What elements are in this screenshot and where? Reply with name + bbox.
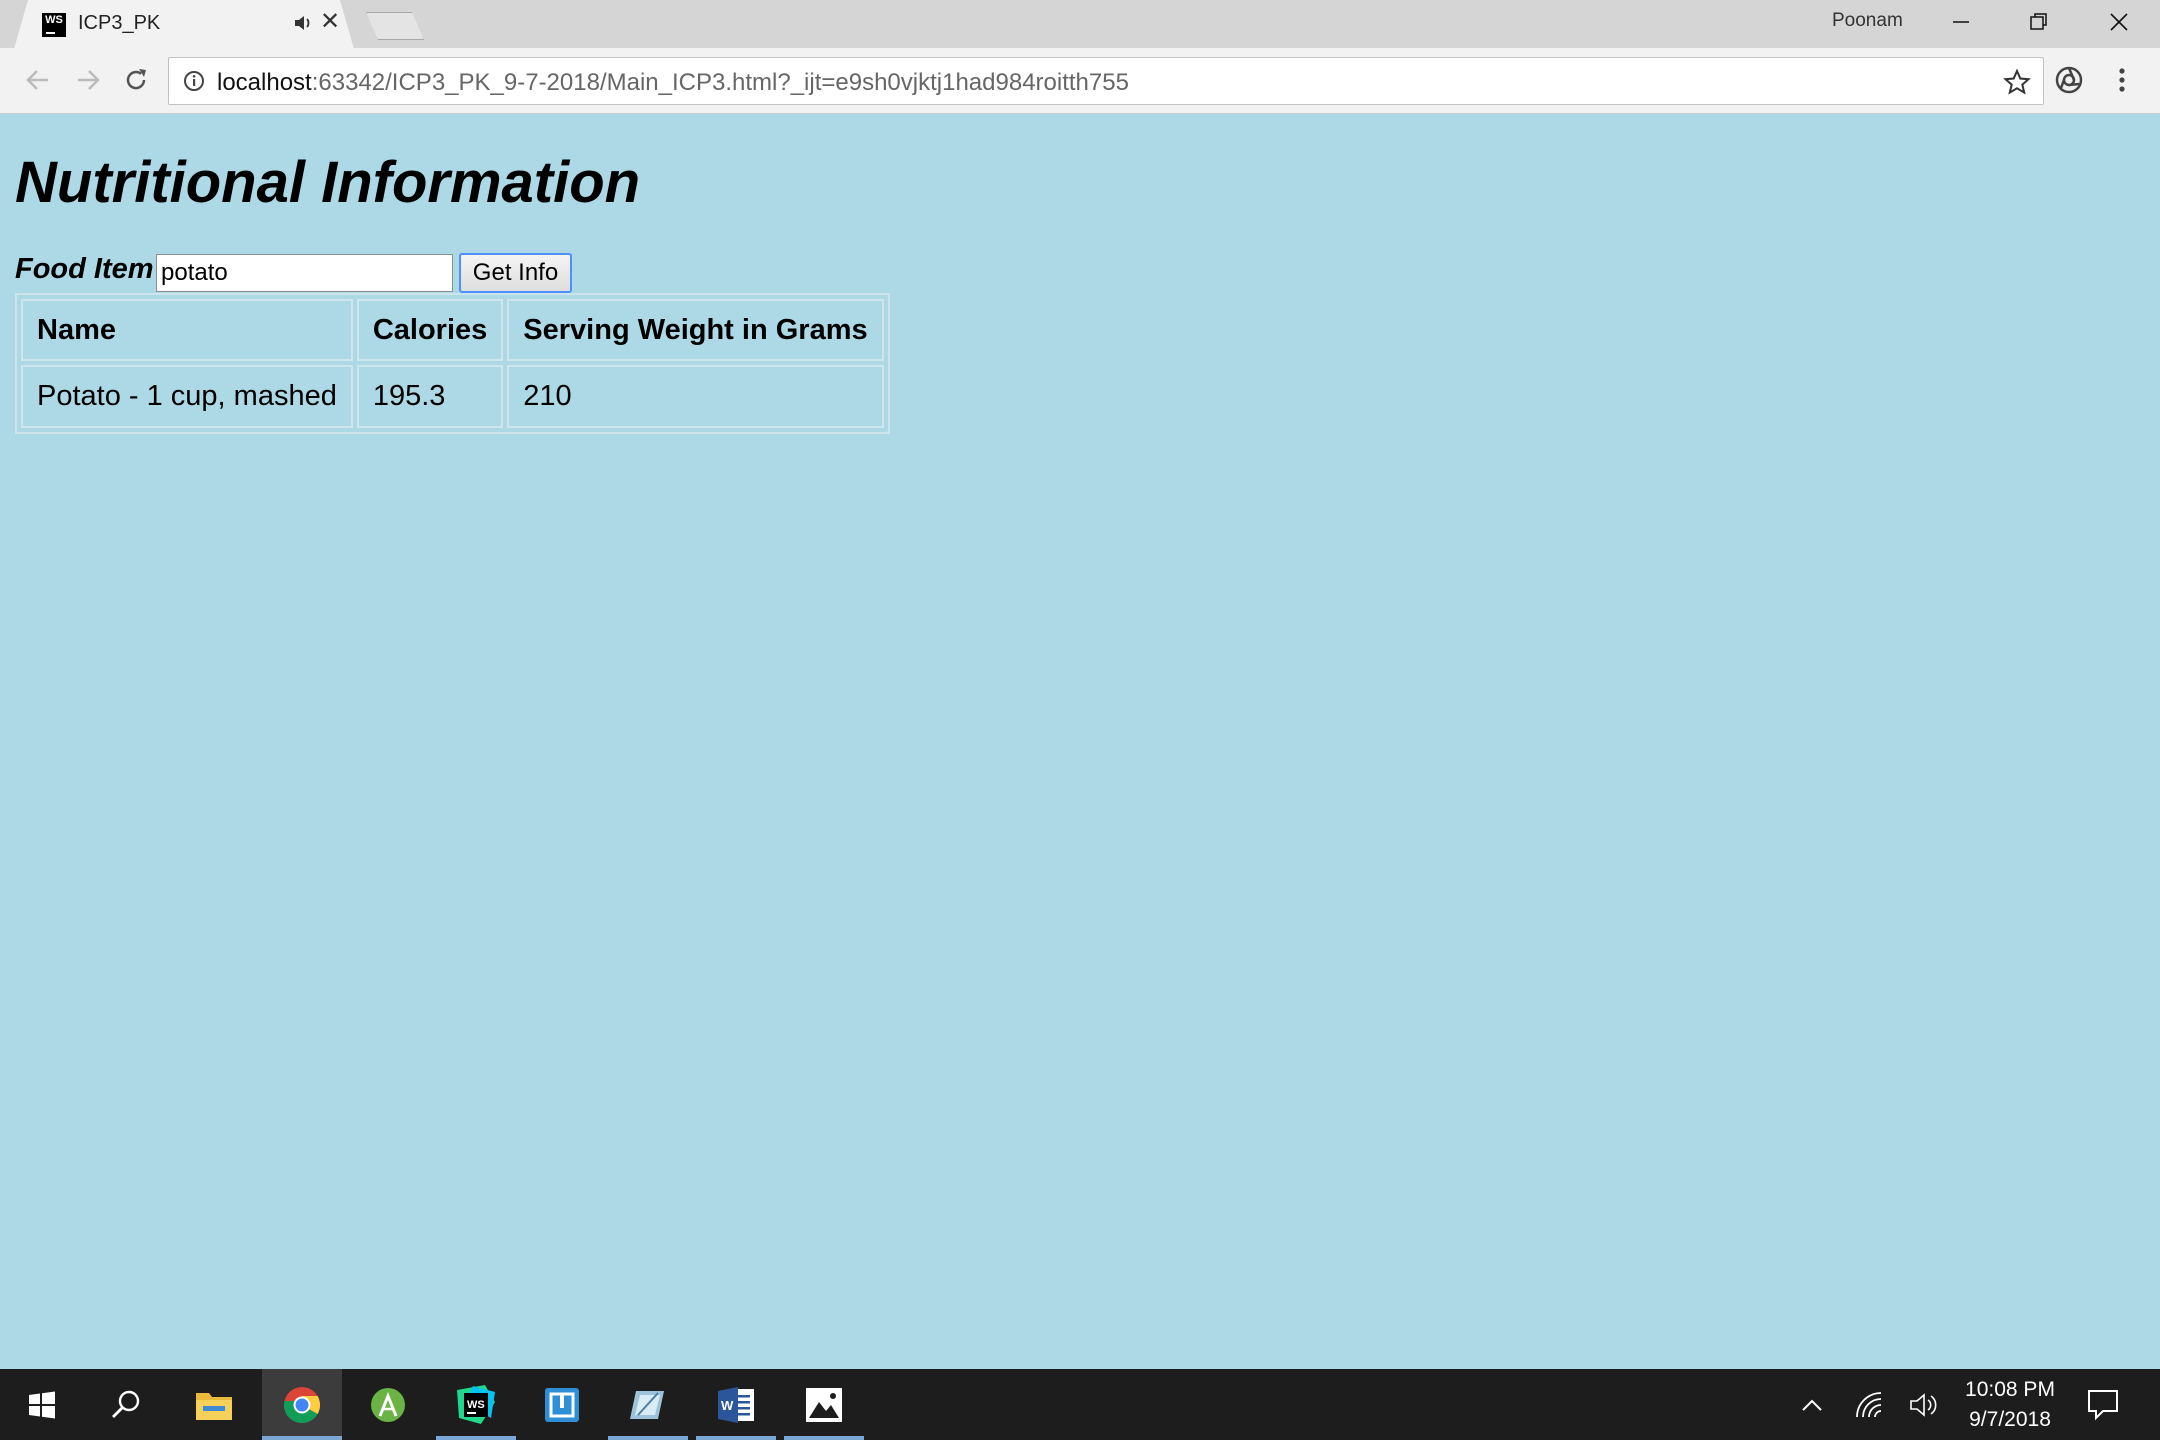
minimize-button[interactable] bbox=[1922, 0, 2000, 44]
page-viewport: Nutritional Information Food Item Get In… bbox=[0, 115, 2160, 1368]
url-path: :63342/ICP3_PK_9-7-2018/Main_ICP3.html?_… bbox=[311, 69, 1129, 96]
folder-icon bbox=[196, 1392, 232, 1420]
windows-logo-icon bbox=[29, 1391, 55, 1418]
minimize-icon bbox=[1953, 21, 1969, 23]
photos-button[interactable] bbox=[784, 1369, 864, 1440]
url-host: localhost bbox=[217, 69, 312, 96]
extension-icon[interactable] bbox=[2052, 63, 2086, 97]
new-tab-button[interactable] bbox=[366, 12, 424, 40]
blue-app-button[interactable] bbox=[522, 1369, 602, 1440]
photos-icon bbox=[806, 1387, 842, 1422]
chrome-taskbar-button[interactable] bbox=[262, 1369, 342, 1440]
chevron-up-icon bbox=[1802, 1399, 1822, 1411]
food-item-label: Food Item bbox=[15, 253, 154, 285]
page-title: Nutritional Information bbox=[15, 150, 641, 215]
android-studio-icon bbox=[371, 1387, 405, 1422]
info-icon[interactable] bbox=[183, 70, 205, 92]
pencil-sketch-icon bbox=[630, 1390, 664, 1419]
arrow-left-icon bbox=[26, 70, 48, 90]
bookmark-star-icon[interactable] bbox=[2003, 68, 2031, 96]
network-button[interactable] bbox=[1852, 1389, 1884, 1421]
word-icon: W bbox=[718, 1386, 754, 1423]
clock-time: 10:08 PM bbox=[1965, 1378, 2055, 1401]
header-serving-weight: Serving Weight in Grams bbox=[507, 299, 884, 361]
svg-text:WS: WS bbox=[467, 1399, 485, 1411]
android-studio-button[interactable] bbox=[348, 1369, 428, 1440]
webstorm-button[interactable]: WS bbox=[436, 1369, 516, 1440]
url-text[interactable]: localhost:63342/ICP3_PK_9-7-2018/Main_IC… bbox=[217, 69, 1129, 97]
cell-calories: 195.3 bbox=[356, 365, 504, 428]
close-window-button[interactable] bbox=[2080, 0, 2158, 44]
more-menu-icon[interactable] bbox=[2108, 63, 2136, 97]
clock-date: 9/7/2018 bbox=[1969, 1408, 2051, 1431]
tab-close-icon[interactable]: ✕ bbox=[320, 10, 340, 34]
cell-serving-weight: 210 bbox=[507, 365, 884, 428]
nutrition-table: Name Calories Serving Weight in Grams Po… bbox=[15, 293, 890, 434]
forward-button[interactable] bbox=[70, 62, 106, 98]
back-button[interactable] bbox=[20, 62, 56, 98]
arrow-right-icon bbox=[78, 70, 100, 90]
start-button[interactable] bbox=[2, 1369, 82, 1440]
tab-title: ICP3_PK bbox=[78, 12, 161, 34]
volume-button[interactable] bbox=[1908, 1389, 1940, 1421]
chrome-icon bbox=[283, 1386, 321, 1423]
svg-text:W: W bbox=[721, 1398, 734, 1413]
reload-button[interactable] bbox=[118, 62, 154, 98]
speaker-icon[interactable] bbox=[292, 12, 314, 34]
table-row: Potato - 1 cup, mashed 195.3 210 bbox=[21, 365, 884, 428]
webstorm-icon: WS bbox=[457, 1384, 495, 1424]
windows-taskbar: WS W 10:08 PM 9/7/2018 bbox=[0, 1369, 2160, 1440]
action-center-icon[interactable] bbox=[2086, 1387, 2120, 1421]
get-info-button[interactable]: Get Info bbox=[459, 253, 572, 293]
cell-name: Potato - 1 cup, mashed bbox=[21, 365, 353, 428]
restore-button[interactable] bbox=[2000, 0, 2078, 44]
food-item-input[interactable] bbox=[156, 254, 453, 292]
app-icon bbox=[545, 1387, 579, 1422]
speaker-icon bbox=[1910, 1393, 1937, 1417]
restore-icon bbox=[2030, 13, 2047, 30]
browser-toolbar: localhost:63342/ICP3_PK_9-7-2018/Main_IC… bbox=[0, 48, 2160, 114]
reload-icon bbox=[126, 69, 146, 90]
system-clock[interactable]: 10:08 PM 9/7/2018 bbox=[1950, 1375, 2070, 1435]
close-icon bbox=[2110, 13, 2128, 31]
show-hidden-icons-button[interactable] bbox=[1796, 1389, 1828, 1421]
header-name: Name bbox=[21, 299, 353, 361]
wifi-icon bbox=[1856, 1392, 1882, 1418]
word-button[interactable]: W bbox=[696, 1369, 776, 1440]
header-calories: Calories bbox=[356, 299, 504, 361]
table-header-row: Name Calories Serving Weight in Grams bbox=[21, 299, 884, 361]
webstorm-favicon-icon: WS bbox=[42, 13, 66, 37]
browser-titlebar: WS ICP3_PK ✕ Poonam bbox=[0, 0, 2160, 49]
search-button[interactable] bbox=[86, 1369, 166, 1440]
file-explorer-button[interactable] bbox=[174, 1369, 254, 1440]
paint-app-button[interactable] bbox=[608, 1369, 688, 1440]
profile-name[interactable]: Poonam bbox=[1832, 10, 1903, 32]
address-bar[interactable]: localhost:63342/ICP3_PK_9-7-2018/Main_IC… bbox=[168, 57, 2044, 105]
search-icon bbox=[112, 1390, 140, 1418]
